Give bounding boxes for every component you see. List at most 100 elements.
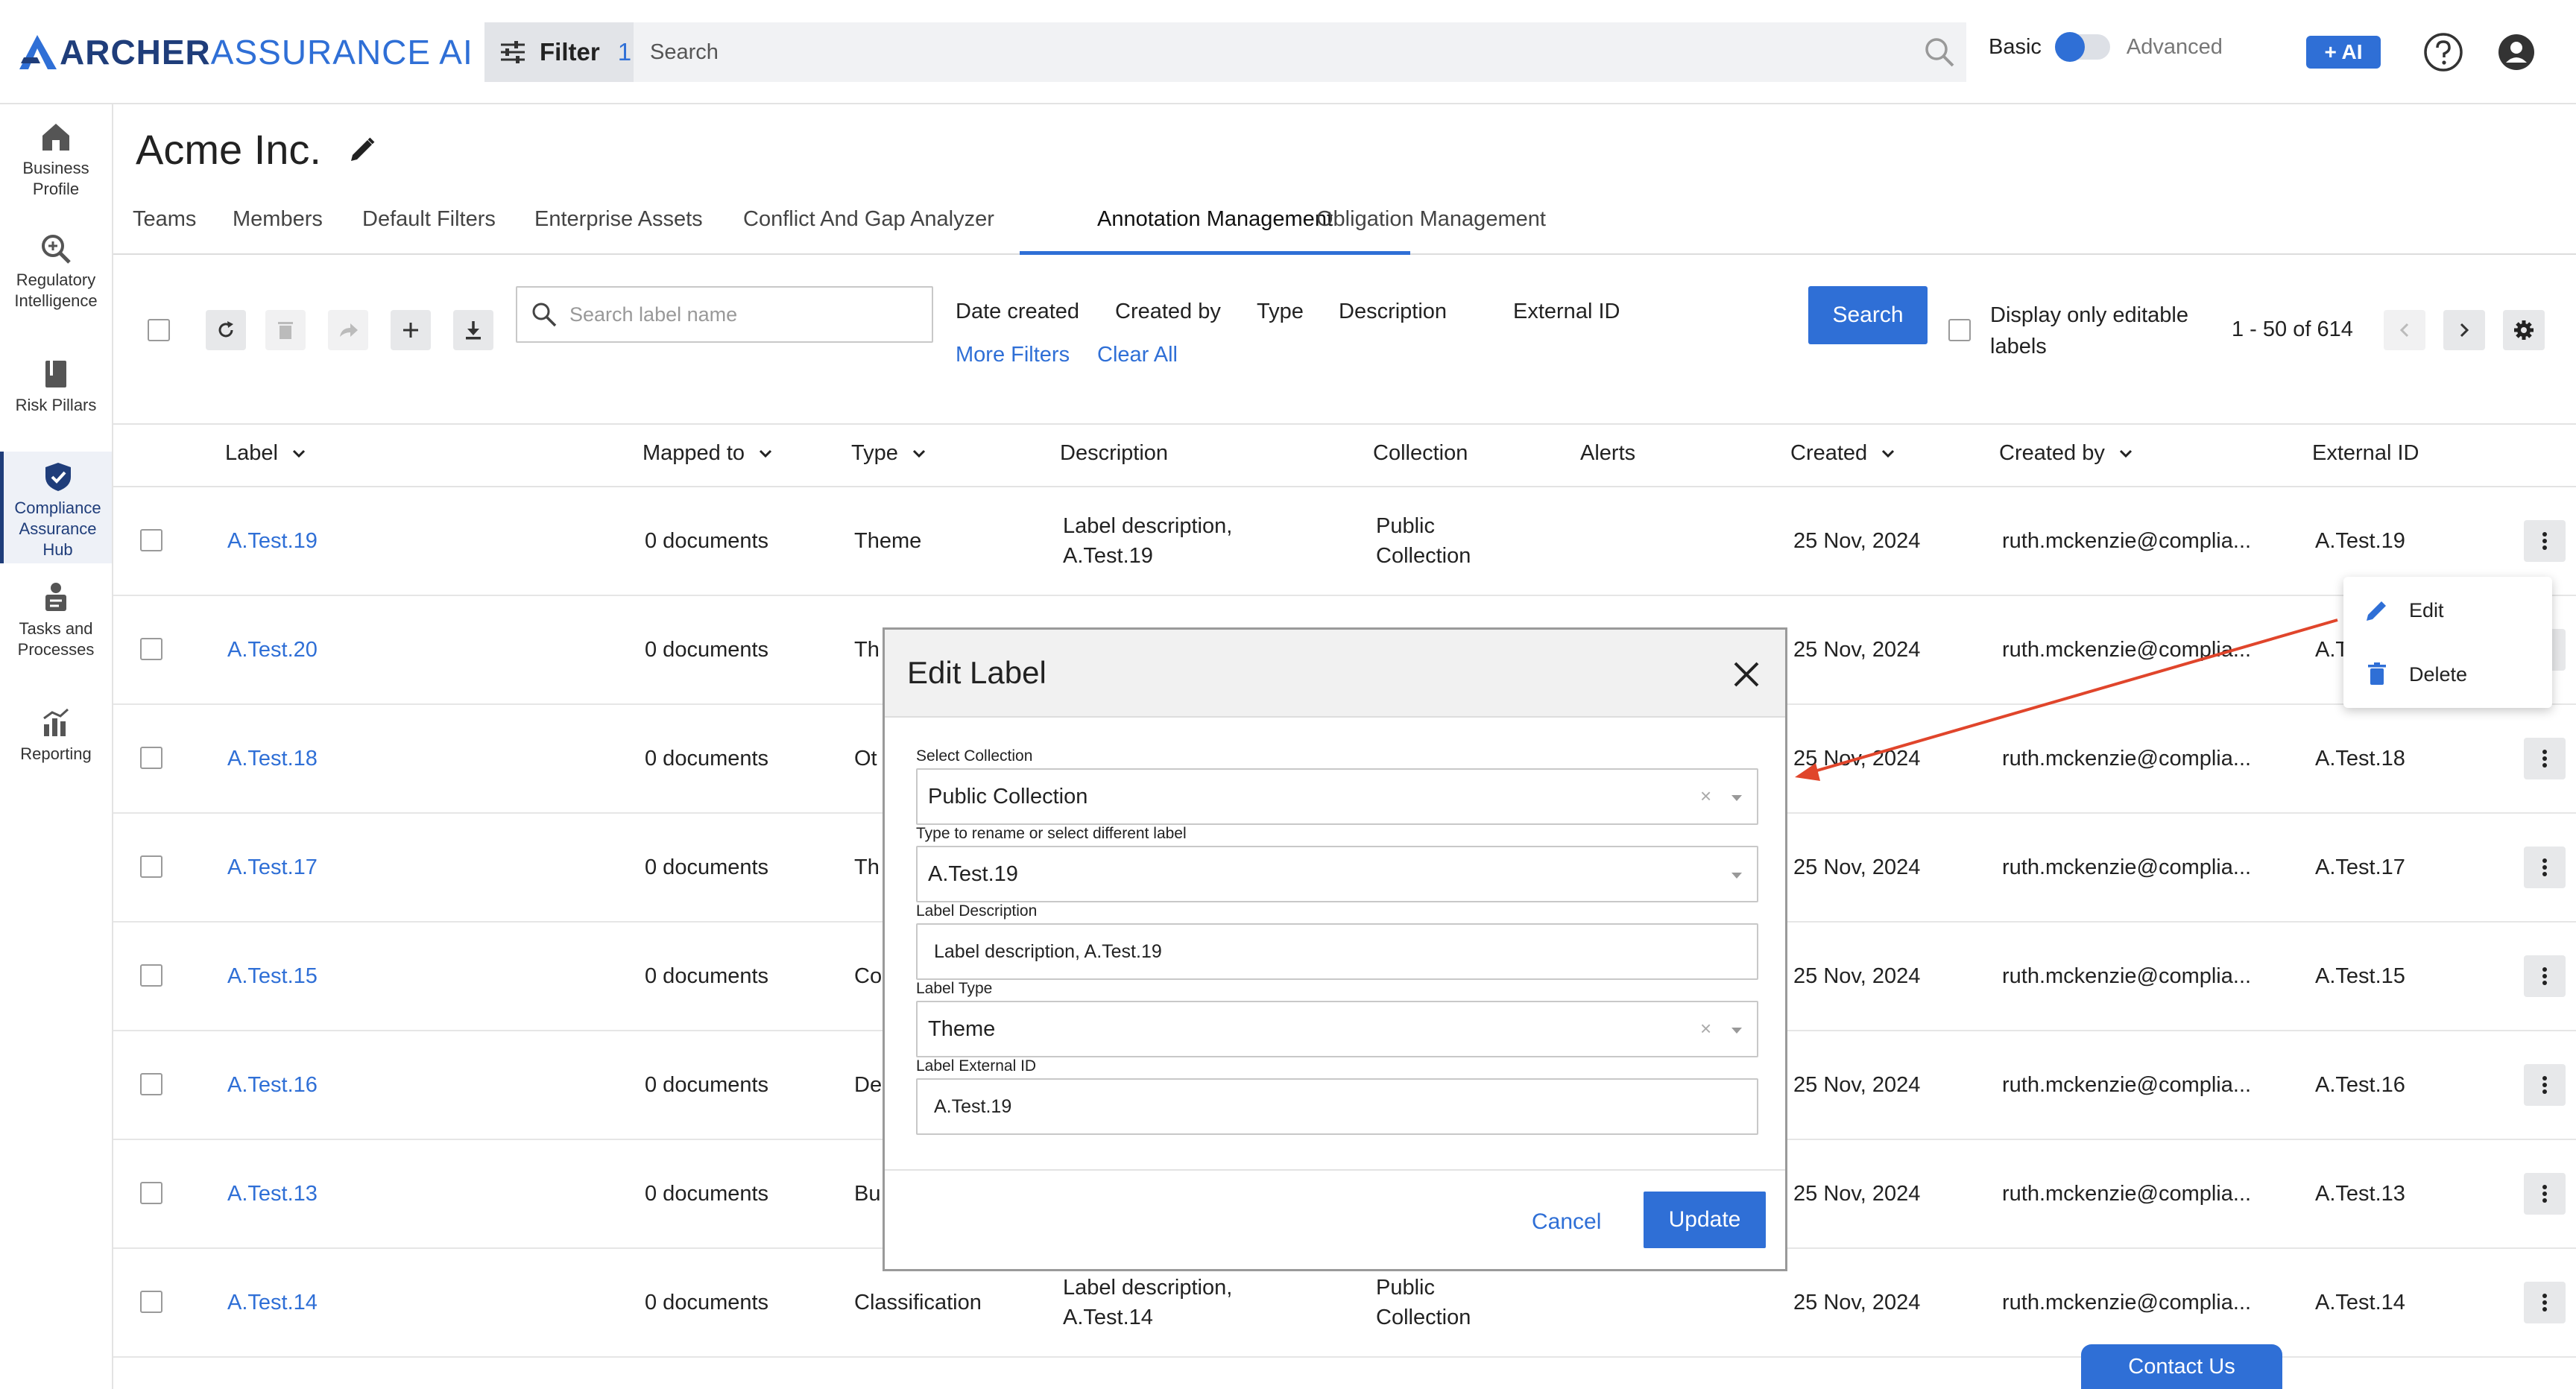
row-actions-button[interactable] (2524, 1282, 2566, 1323)
column-header-created[interactable]: Created (1790, 441, 1895, 466)
label-type-select[interactable]: Theme × (916, 1001, 1758, 1057)
refresh-button[interactable] (206, 310, 246, 350)
row-actions-button[interactable] (2524, 520, 2566, 562)
description-line1: Label description, (1063, 514, 1233, 538)
menu-item-delete[interactable]: Delete (2364, 662, 2467, 687)
share-button[interactable] (328, 310, 368, 350)
next-page-button[interactable] (2443, 310, 2485, 350)
search-zoom-icon (42, 235, 71, 264)
label-link[interactable]: A.Test.18 (227, 744, 318, 773)
row-checkbox[interactable] (140, 1291, 162, 1313)
global-search-input[interactable] (634, 22, 1826, 82)
delete-button[interactable] (265, 310, 306, 350)
label-link[interactable]: A.Test.13 (227, 1179, 318, 1209)
row-actions-button[interactable] (2524, 847, 2566, 888)
label-link[interactable]: A.Test.14 (227, 1288, 318, 1317)
label-link[interactable]: A.Test.16 (227, 1070, 318, 1100)
column-header-created-by[interactable]: Created by (1999, 441, 2133, 466)
ai-button[interactable]: + AI (2306, 36, 2381, 69)
external-id-cell: A.Test.16 (2315, 1073, 2405, 1097)
app-logo[interactable]: ARCHER ASSURANCE AI (18, 28, 473, 76)
search-icon (532, 303, 557, 327)
sidebar-item-label: Tasks and Processes (17, 619, 95, 659)
sidebar-item-business-profile[interactable]: Business Profile (0, 121, 112, 216)
close-icon[interactable] (1731, 659, 1761, 689)
mapped-to-cell: 0 documents (645, 855, 769, 879)
tab-default-filters[interactable]: Default Filters (362, 207, 496, 255)
row-actions-button[interactable] (2524, 955, 2566, 997)
table-settings-button[interactable] (2503, 310, 2545, 350)
tab-conflict-gap-analyzer[interactable]: Conflict And Gap Analyzer (743, 207, 994, 255)
search-button[interactable]: Search (1808, 286, 1928, 344)
label-link[interactable]: A.Test.19 (227, 526, 318, 556)
filter-button[interactable]: Filter 1 (484, 22, 634, 82)
filter-external-id[interactable]: External ID (1513, 300, 1620, 324)
tab-obligation-management[interactable]: Obligation Management (1316, 207, 1546, 255)
search-icon[interactable] (1923, 36, 1956, 69)
collection-select[interactable]: Public Collection × (916, 768, 1758, 825)
update-button[interactable]: Update (1644, 1192, 1766, 1248)
type-cell: Th (854, 638, 880, 662)
sidebar-item-tasks-and-processes[interactable]: Tasks and Processes (0, 581, 112, 678)
column-header-label[interactable]: Label (225, 441, 306, 466)
caret-down-icon[interactable] (1730, 794, 1743, 803)
caret-down-icon[interactable] (1730, 1026, 1743, 1035)
clear-icon[interactable]: × (1700, 785, 1711, 808)
description-input[interactable]: Label description, A.Test.19 (916, 923, 1758, 980)
row-actions-button[interactable] (2524, 738, 2566, 779)
created-cell: 25 Nov, 2024 (1793, 529, 1921, 553)
created-cell: 25 Nov, 2024 (1793, 747, 1921, 771)
column-header-mapped-to[interactable]: Mapped to (643, 441, 773, 466)
tab-teams[interactable]: Teams (133, 207, 196, 255)
contact-us-button[interactable]: Contact Us (2081, 1344, 2282, 1389)
account-icon[interactable] (2496, 31, 2537, 73)
label-name-combobox[interactable]: A.Test.19 (916, 846, 1758, 902)
row-checkbox[interactable] (140, 638, 162, 660)
row-checkbox[interactable] (140, 747, 162, 769)
column-header-type[interactable]: Type (851, 441, 926, 466)
sidebar-item-regulatory-intelligence[interactable]: Regulatory Intelligence (0, 232, 112, 328)
editable-only-checkbox[interactable] (1948, 319, 1971, 341)
edit-pencil-icon[interactable] (348, 136, 376, 164)
row-checkbox[interactable] (140, 1073, 162, 1095)
kebab-menu-icon (2542, 532, 2547, 550)
label-link[interactable]: A.Test.15 (227, 961, 318, 991)
download-button[interactable] (453, 310, 493, 350)
filter-date-created[interactable]: Date created (956, 300, 1079, 324)
label-link[interactable]: A.Test.17 (227, 852, 318, 882)
filter-type[interactable]: Type (1257, 300, 1304, 324)
help-icon[interactable] (2422, 31, 2464, 73)
prev-page-button[interactable] (2384, 310, 2425, 350)
more-filters-link[interactable]: More Filters (956, 343, 1070, 367)
mode-toggle[interactable] (2054, 32, 2110, 62)
row-checkbox[interactable] (140, 529, 162, 551)
caret-down-icon[interactable] (1730, 871, 1743, 880)
row-actions-button[interactable] (2524, 1173, 2566, 1215)
type-cell: Co (854, 964, 883, 988)
sidebar-item-risk-pillars[interactable]: Risk Pillars (0, 358, 112, 432)
tab-members[interactable]: Members (233, 207, 323, 255)
external-id-cell: A.Test.13 (2315, 1182, 2405, 1206)
clear-all-link[interactable]: Clear All (1097, 343, 1178, 367)
clear-icon[interactable]: × (1700, 1017, 1711, 1040)
menu-item-edit[interactable]: Edit (2364, 598, 2444, 623)
label-search-input[interactable] (569, 288, 920, 341)
filter-count-badge: 1 (617, 38, 632, 66)
sidebar-item-reporting[interactable]: Reporting (0, 706, 112, 781)
logo-word-assurance: ASSURANCE AI (210, 33, 473, 72)
select-all-checkbox[interactable] (148, 319, 170, 341)
label-link[interactable]: A.Test.20 (227, 635, 318, 665)
row-actions-button[interactable] (2524, 1064, 2566, 1106)
row-checkbox[interactable] (140, 964, 162, 987)
menu-item-edit-label: Edit (2409, 598, 2444, 621)
mapped-to-cell: 0 documents (645, 1182, 769, 1206)
add-label-button[interactable] (391, 310, 431, 350)
filter-created-by[interactable]: Created by (1115, 300, 1221, 324)
cancel-button[interactable]: Cancel (1532, 1209, 1601, 1235)
sidebar-item-compliance-assurance-hub[interactable]: Compliance Assurance Hub (0, 452, 112, 563)
external-id-input[interactable]: A.Test.19 (916, 1078, 1758, 1135)
filter-description[interactable]: Description (1339, 300, 1447, 324)
row-checkbox[interactable] (140, 855, 162, 878)
row-checkbox[interactable] (140, 1182, 162, 1204)
tab-enterprise-assets[interactable]: Enterprise Assets (534, 207, 703, 255)
